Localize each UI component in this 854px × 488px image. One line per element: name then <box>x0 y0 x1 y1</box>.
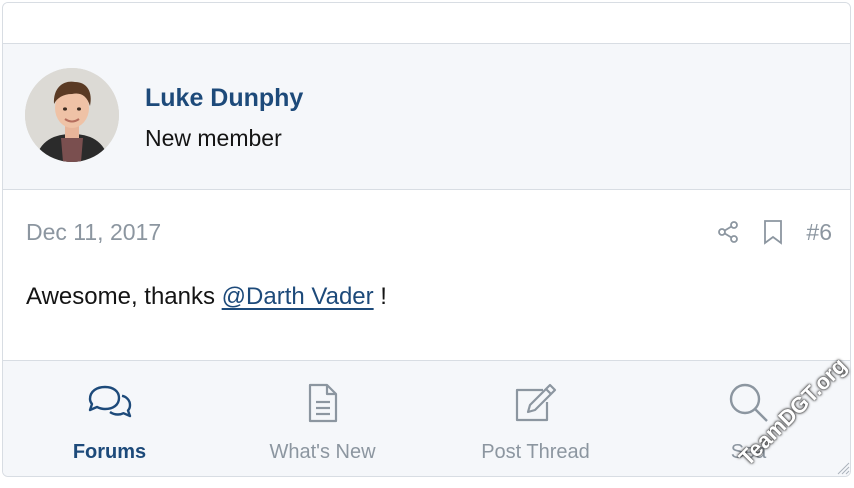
bookmark-icon[interactable] <box>762 219 784 245</box>
post-text-suffix: ! <box>373 283 387 310</box>
resize-grip-icon[interactable] <box>836 461 850 475</box>
post-date[interactable]: Dec 11, 2017 <box>26 219 161 246</box>
bottom-tab-bar: Forums What's New Post Thread Sea <box>3 360 850 476</box>
post-meta-bar: Dec 11, 2017 #6 <box>3 189 850 249</box>
user-title: New member <box>145 125 282 151</box>
post-permalink[interactable]: #6 <box>806 219 832 246</box>
tab-whats-new-label: What's New <box>269 441 376 463</box>
post-frame: Luke Dunphy New member Dec 11, 2017 #6 A… <box>2 2 851 477</box>
post-text: Awesome, thanks <box>26 283 222 310</box>
tab-post-thread-label: Post Thread <box>481 441 590 463</box>
tab-search-label: Sea <box>730 441 767 463</box>
share-icon[interactable] <box>716 220 740 244</box>
avatar-image <box>25 68 119 162</box>
tab-forums-label: Forums <box>72 441 147 463</box>
tab-forums[interactable]: Forums <box>3 361 216 476</box>
post-body: Awesome, thanks @Darth Vader ! <box>26 283 387 311</box>
user-mention-link[interactable]: @Darth Vader <box>222 283 374 310</box>
document-icon <box>306 381 340 425</box>
avatar[interactable] <box>25 68 119 162</box>
tab-search[interactable]: Sea <box>642 361 850 476</box>
previous-post-bottom <box>3 3 850 44</box>
search-icon <box>727 381 771 425</box>
user-info-block: Luke Dunphy New member <box>3 44 850 190</box>
post-actions: #6 <box>716 217 832 247</box>
tab-whats-new[interactable]: What's New <box>216 361 429 476</box>
chat-bubbles-icon <box>86 381 134 425</box>
tab-post-thread[interactable]: Post Thread <box>429 361 642 476</box>
username-link[interactable]: Luke Dunphy <box>145 84 303 113</box>
edit-icon <box>513 381 559 425</box>
